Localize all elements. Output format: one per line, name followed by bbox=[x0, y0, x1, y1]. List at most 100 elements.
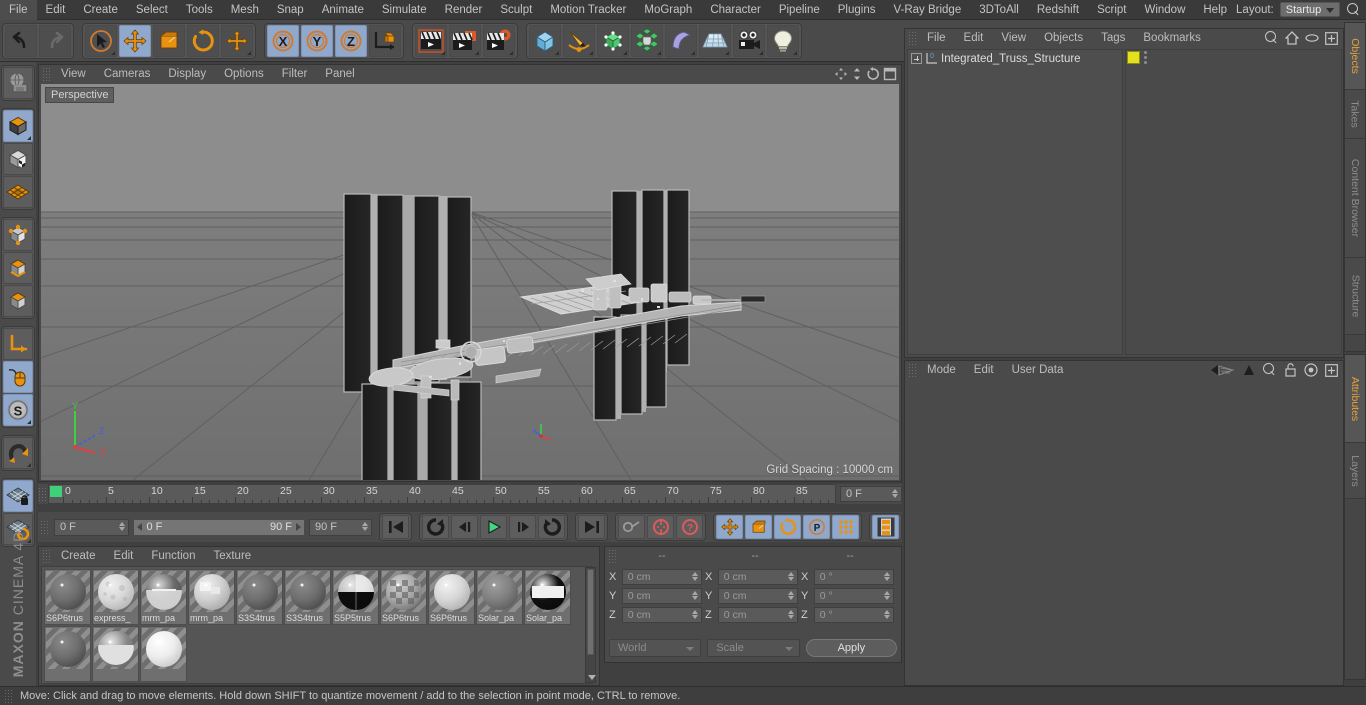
material-item[interactable] bbox=[44, 626, 91, 682]
render-settings-button[interactable] bbox=[483, 24, 515, 57]
menu-item-3dtoall[interactable]: 3DToAll bbox=[970, 0, 1028, 20]
stepper-icon[interactable] bbox=[788, 610, 794, 619]
eye-icon[interactable] bbox=[1305, 33, 1319, 43]
viewport-menu-cameras[interactable]: Cameras bbox=[95, 65, 160, 83]
menu-item-pipeline[interactable]: Pipeline bbox=[770, 0, 829, 20]
coord-position-field[interactable]: 0 cm bbox=[621, 588, 702, 604]
material-item[interactable]: S6P6trus bbox=[44, 569, 91, 625]
max-frame-field[interactable]: 90 F bbox=[309, 518, 372, 536]
menu-item-edit[interactable]: Edit bbox=[37, 0, 75, 20]
coordinate-mode-dropdown[interactable]: Scale bbox=[707, 639, 800, 657]
menu-item-plugins[interactable]: Plugins bbox=[829, 0, 885, 20]
material-item[interactable]: mrm_pa bbox=[188, 569, 235, 625]
material-item[interactable]: Solar_pa bbox=[476, 569, 523, 625]
stepper-icon[interactable] bbox=[884, 591, 890, 600]
panel-grip-handle[interactable] bbox=[4, 689, 14, 703]
dock-tab-objects[interactable]: Objects bbox=[1345, 23, 1365, 90]
panel-grip-handle[interactable] bbox=[608, 549, 618, 563]
point-level-animation-button[interactable] bbox=[832, 515, 859, 539]
select-tool-button[interactable] bbox=[85, 24, 117, 57]
stepper-icon[interactable] bbox=[788, 572, 794, 581]
menu-item-help[interactable]: Help bbox=[1194, 0, 1236, 20]
dock-tab-attributes[interactable]: Attributes bbox=[1345, 355, 1365, 443]
stepper-icon[interactable] bbox=[692, 610, 698, 619]
viewport-menu-filter[interactable]: Filter bbox=[273, 65, 317, 83]
apply-button[interactable]: Apply bbox=[805, 639, 897, 657]
add-light-button[interactable] bbox=[767, 24, 799, 57]
panel-grip-handle[interactable] bbox=[40, 520, 50, 534]
menu-item-snap[interactable]: Snap bbox=[268, 0, 313, 20]
stepper-icon[interactable] bbox=[692, 572, 698, 581]
menu-item-sculpt[interactable]: Sculpt bbox=[491, 0, 541, 20]
next-frame-button[interactable] bbox=[509, 515, 536, 539]
material-grid[interactable]: S6P6trus express_ mrm_pa mrm_pa S3S4trus S3S4… bbox=[41, 566, 593, 684]
viewport-menu-view[interactable]: View bbox=[52, 65, 95, 83]
attribute-menu-edit[interactable]: Edit bbox=[965, 361, 1003, 379]
panel-grip-handle[interactable] bbox=[908, 363, 918, 377]
scroll-down-icon[interactable] bbox=[588, 675, 596, 680]
play-button[interactable] bbox=[480, 515, 507, 539]
lock-y-button[interactable]: Y bbox=[301, 24, 333, 57]
up-arrow-icon[interactable] bbox=[1242, 363, 1256, 377]
dock-tab-takes[interactable]: Takes bbox=[1345, 90, 1365, 139]
search-icon[interactable] bbox=[1263, 363, 1277, 377]
axis-mode-button[interactable] bbox=[3, 328, 33, 360]
rotate-view-icon[interactable] bbox=[866, 67, 880, 81]
stepper-icon[interactable] bbox=[884, 610, 890, 619]
redo-button[interactable] bbox=[39, 24, 71, 57]
world-object-coordinates-button[interactable] bbox=[369, 24, 401, 57]
autokeying-button[interactable] bbox=[647, 515, 674, 539]
panel-grip-handle[interactable] bbox=[38, 487, 48, 501]
range-right-arrow-icon[interactable] bbox=[296, 523, 301, 531]
object-menu-file[interactable]: File bbox=[918, 29, 955, 47]
object-menu-edit[interactable]: Edit bbox=[955, 29, 993, 47]
menu-item-render[interactable]: Render bbox=[436, 0, 492, 20]
add-camera-button[interactable] bbox=[733, 24, 765, 57]
range-left-arrow-icon[interactable] bbox=[137, 523, 143, 531]
panel-grip-handle[interactable] bbox=[42, 67, 52, 81]
keyframe-selection-button[interactable]: ? bbox=[676, 515, 703, 539]
layout-select[interactable]: Startup bbox=[1279, 2, 1340, 17]
workplane-lock-button[interactable] bbox=[3, 480, 33, 512]
dock-tab-content-browser[interactable]: Content Browser bbox=[1345, 139, 1365, 258]
dock-tab-layers[interactable]: Layers bbox=[1345, 443, 1365, 499]
material-item[interactable]: S3S4trus bbox=[284, 569, 331, 625]
current-frame-field[interactable]: 0 F bbox=[54, 518, 130, 536]
current-frame-marker[interactable] bbox=[50, 486, 62, 497]
rotation-key-button[interactable] bbox=[774, 515, 801, 539]
snap-button[interactable] bbox=[3, 437, 33, 469]
timeline-ruler[interactable]: 051015202530354045505560657075808590 bbox=[48, 484, 836, 504]
object-menu-view[interactable]: View bbox=[992, 29, 1035, 47]
coord-rotation-field[interactable]: 0 ° bbox=[813, 569, 894, 585]
plus-box-icon[interactable] bbox=[1325, 363, 1338, 377]
target-icon[interactable] bbox=[1304, 363, 1318, 377]
previous-frame-button[interactable] bbox=[451, 515, 478, 539]
lock-icon[interactable] bbox=[1284, 363, 1297, 377]
material-item[interactable]: S5P5trus bbox=[332, 569, 379, 625]
home-icon[interactable] bbox=[1285, 31, 1299, 45]
texture-mode-button[interactable] bbox=[3, 143, 33, 175]
menu-item-simulate[interactable]: Simulate bbox=[373, 0, 436, 20]
lock-z-button[interactable]: Z bbox=[335, 24, 367, 57]
enable-axis-button[interactable] bbox=[3, 361, 33, 393]
add-mograph-button[interactable] bbox=[631, 24, 663, 57]
material-menu-function[interactable]: Function bbox=[142, 547, 204, 565]
material-item[interactable]: S6P6trus bbox=[428, 569, 475, 625]
coord-position-field[interactable]: 0 cm bbox=[621, 607, 702, 623]
record-active-objects-button[interactable] bbox=[618, 515, 645, 539]
menu-item-motion-tracker[interactable]: Motion Tracker bbox=[541, 0, 635, 20]
menu-item-character[interactable]: Character bbox=[701, 0, 770, 20]
panel-grip-handle[interactable] bbox=[42, 549, 52, 563]
panel-grip-handle[interactable] bbox=[908, 31, 918, 45]
render-view-button[interactable] bbox=[415, 24, 447, 57]
material-item[interactable]: mrm_pa bbox=[140, 569, 187, 625]
add-cube-button[interactable] bbox=[529, 24, 561, 57]
material-item[interactable]: S3S4trus bbox=[236, 569, 283, 625]
viewport-canvas[interactable]: Perspective Grid Spacing : 10000 cm Y X … bbox=[41, 84, 899, 480]
lock-x-button[interactable]: X bbox=[267, 24, 299, 57]
material-menu-texture[interactable]: Texture bbox=[204, 547, 260, 565]
object-tree[interactable]: 0 Integrated_Truss_Structure bbox=[907, 49, 1123, 355]
material-menu-create[interactable]: Create bbox=[52, 547, 105, 565]
rotate-tool-button[interactable] bbox=[187, 24, 219, 57]
transform-tool-button[interactable] bbox=[221, 24, 253, 57]
